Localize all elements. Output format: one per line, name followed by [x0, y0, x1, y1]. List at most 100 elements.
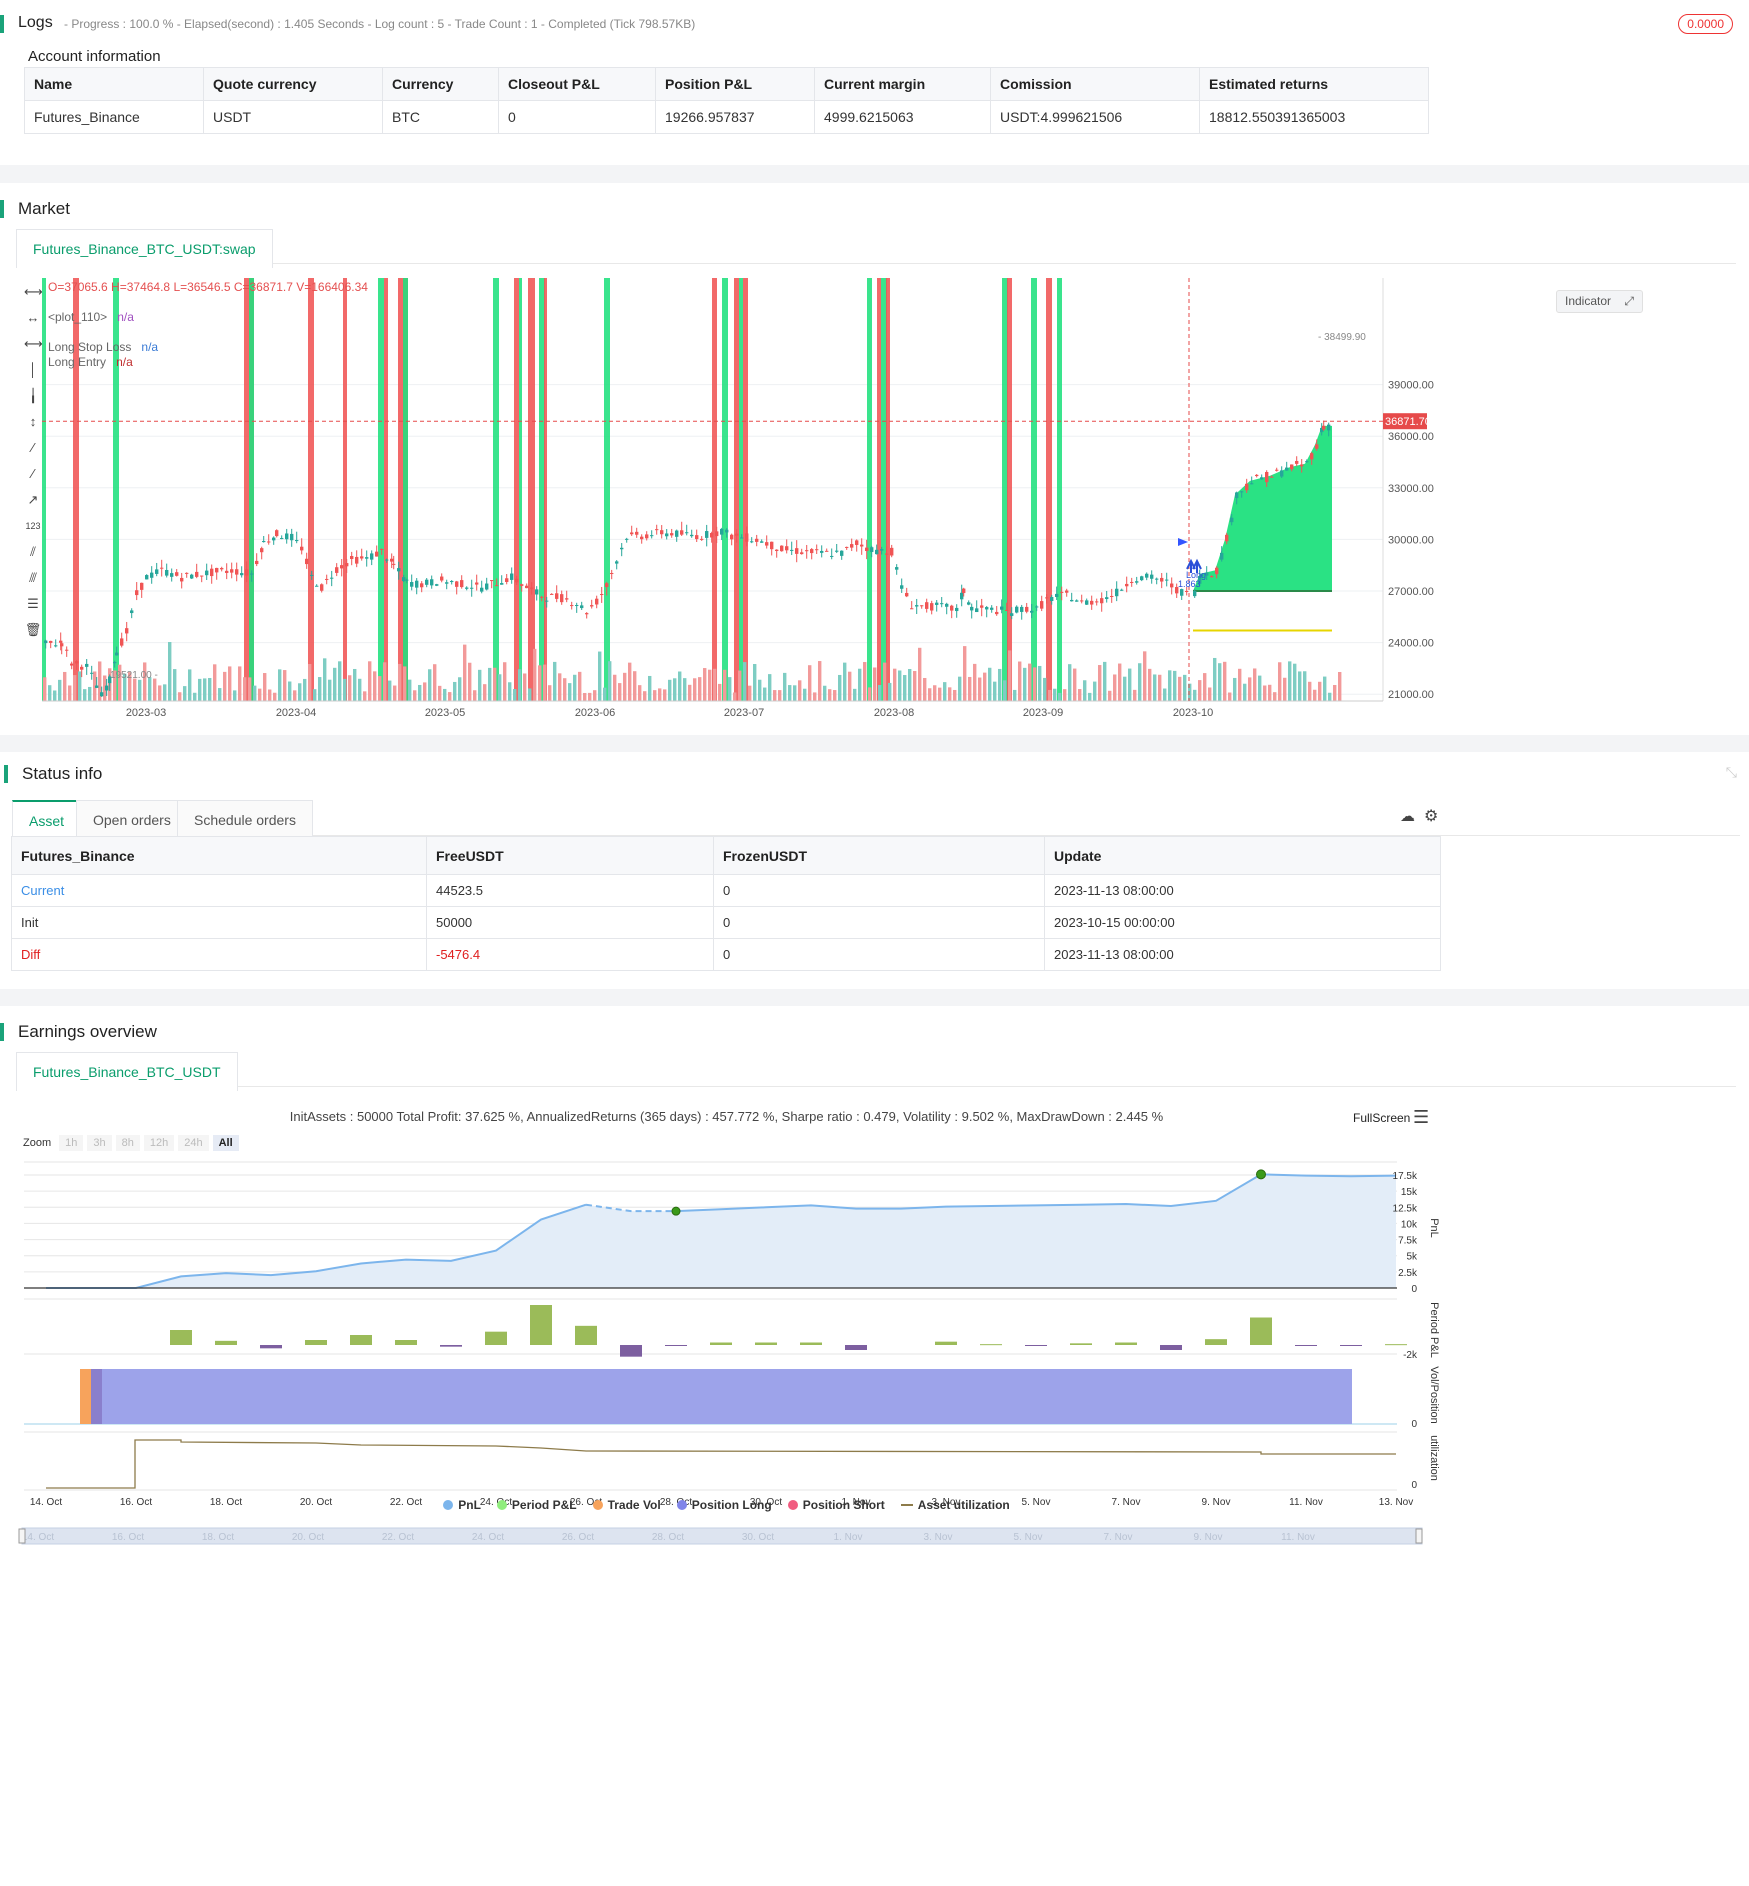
volume-bar: [1103, 661, 1107, 701]
signal-bar: [734, 278, 739, 701]
volume-bar: [253, 685, 257, 701]
legend-item[interactable]: Position Long: [676, 1498, 772, 1512]
candle-body: [1115, 588, 1119, 597]
legend-plot110: <plot_110> n/a: [48, 310, 134, 324]
earnings-chart[interactable]: 17.5k 15k 12.5k 10k 7.5k 5k 2.5k 0 -2k 0 0 14. Oct 1…: [0, 1006, 1749, 1886]
y-tick-label: 27000.00: [1388, 586, 1434, 598]
collapse-icon[interactable]: ⤡: [1726, 764, 1737, 781]
tab-asset[interactable]: Asset: [12, 800, 82, 840]
volume-bar: [353, 668, 357, 701]
candle-body: [995, 611, 999, 615]
volume-bar: [423, 682, 427, 701]
volume-bar: [583, 692, 587, 701]
axis-title: Vol/Position: [1428, 1366, 1440, 1423]
volume-bar: [58, 679, 62, 701]
volume-bar: [1033, 667, 1037, 701]
volume-bar: [688, 684, 692, 701]
volume-bar: [658, 688, 662, 701]
volume-bar: [768, 674, 772, 701]
candle-body: [1135, 581, 1139, 583]
cloud-download-icon[interactable]: ☁: [1400, 807, 1415, 825]
volume-bar: [1078, 689, 1082, 701]
legend-dot-icon: [496, 1500, 507, 1510]
candle-body: [465, 587, 469, 589]
candle-body: [710, 533, 714, 538]
pnl-tick-label: 10k: [1401, 1219, 1418, 1230]
candle-body: [380, 548, 384, 550]
candle-body: [645, 534, 649, 539]
candle-body: [775, 549, 779, 552]
candle-body: [100, 692, 104, 697]
candle-body: [485, 583, 489, 590]
signal-bar: [886, 278, 890, 701]
candle-body: [1045, 597, 1049, 599]
volume-bar: [288, 681, 292, 701]
tab-open-orders[interactable]: Open orders: [76, 800, 188, 839]
volume-bar: [1203, 673, 1207, 701]
volume-bar: [1293, 663, 1297, 701]
volume-bar: [533, 648, 537, 701]
account-cell: USDT:4.999621506: [990, 100, 1200, 134]
volume-bar: [323, 658, 327, 701]
logs-progress: - Progress : 100.0 % - Elapsed(second) :…: [64, 17, 696, 31]
candle-body: [170, 573, 174, 577]
volume-bar: [623, 672, 627, 701]
volume-bar: [1258, 675, 1262, 701]
volume-bar: [178, 692, 182, 701]
candle-body: [595, 598, 599, 605]
signal-bar: [739, 278, 743, 701]
legend-item[interactable]: Position Short: [787, 1498, 885, 1512]
expand-icon[interactable]: ⤢: [1624, 294, 1634, 308]
volume-bar: [168, 642, 172, 701]
volume-bar: [673, 678, 677, 701]
volume-bar: [778, 690, 782, 701]
candle-body: [215, 567, 219, 573]
candle-body: [1020, 606, 1024, 612]
candle-body: [1030, 610, 1034, 613]
volume-bar: [348, 675, 352, 701]
period-pnl-bar: [1250, 1317, 1272, 1345]
volume-bar: [1163, 688, 1167, 701]
candle-body: [1015, 606, 1019, 613]
candle-body: [855, 540, 859, 545]
volume-bar: [213, 664, 217, 701]
candle-body: [585, 613, 589, 615]
candle-body: [345, 563, 349, 567]
pnl-tick-label: 15k: [1401, 1187, 1418, 1198]
volume-bar: [568, 683, 572, 701]
candle-body: [470, 587, 474, 589]
candle-body: [545, 600, 549, 602]
market-chart[interactable]: 39000.00 36000.00 33000.00 30000.00 27000.00…: [0, 183, 1749, 735]
navigator-tick-label: 9. Nov: [1194, 1532, 1223, 1543]
candle-body: [925, 602, 929, 609]
candle-body: [250, 573, 254, 575]
candle-body: [475, 582, 479, 585]
volume-bar: [88, 686, 92, 701]
volume-bar: [603, 687, 607, 701]
legend-item[interactable]: Asset utilization: [900, 1498, 1010, 1512]
volume-bar: [1233, 677, 1237, 701]
candle-body: [790, 549, 794, 551]
volume-bar: [73, 675, 77, 701]
period-pnl-bar: [665, 1345, 687, 1346]
volume-bar: [723, 669, 727, 701]
tab-schedule-orders[interactable]: Schedule orders: [177, 800, 313, 839]
legend-item[interactable]: Trade Vol: [592, 1498, 661, 1512]
gear-icon[interactable]: ⚙: [1424, 806, 1438, 826]
candle-body: [185, 572, 189, 574]
account-title: Account information: [28, 48, 161, 65]
legend-item[interactable]: Period P&L: [496, 1498, 577, 1512]
logs-title: Logs: [0, 14, 53, 33]
volume-bar: [193, 692, 197, 701]
candle-body: [955, 607, 959, 612]
asset-cell: 0: [713, 906, 1045, 939]
volume-bar: [263, 673, 267, 701]
volume-bar: [503, 662, 507, 701]
legend-item[interactable]: PnL: [443, 1498, 481, 1512]
volume-bar: [783, 672, 787, 701]
candle-body: [675, 530, 679, 537]
signal-bar: [493, 278, 499, 701]
indicator-button[interactable]: Indicator ⤢: [1556, 290, 1643, 313]
volume-bar: [1043, 677, 1047, 701]
candle-body: [795, 548, 799, 554]
